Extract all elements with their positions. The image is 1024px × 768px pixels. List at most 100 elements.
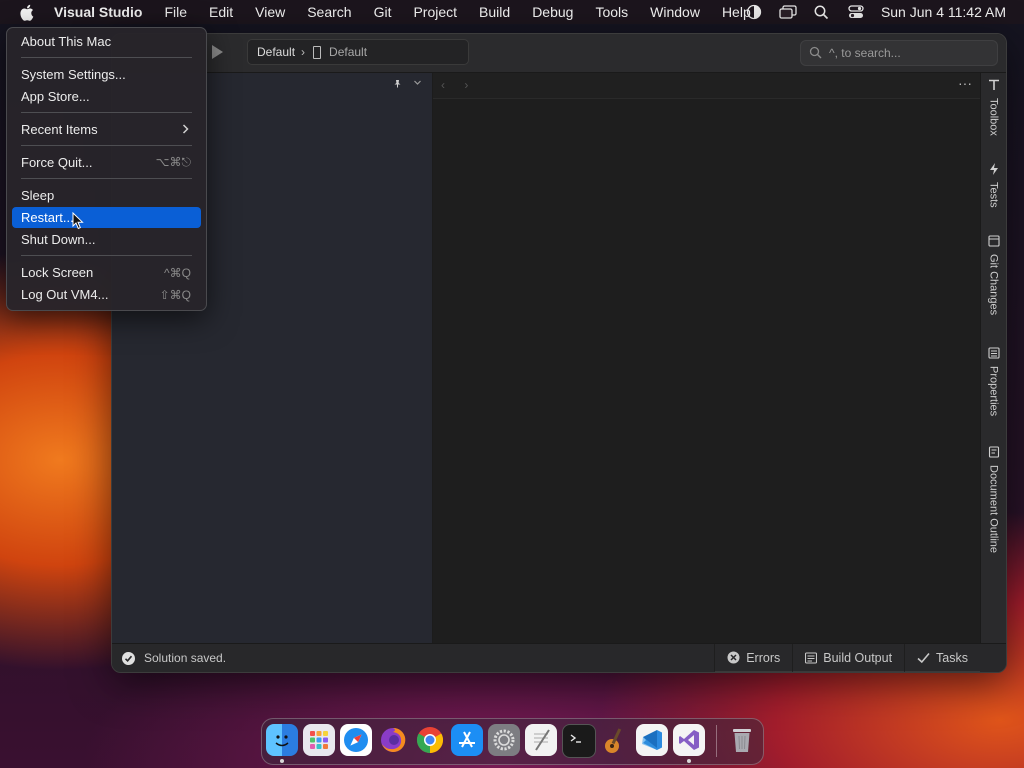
garageband-icon[interactable]	[599, 724, 631, 756]
menu-item-app-store[interactable]: App Store...	[12, 86, 201, 107]
menu-item-system-settings[interactable]: System Settings...	[12, 64, 201, 85]
search-input[interactable]: ^, to search...	[800, 40, 998, 66]
menu-item-label: System Settings...	[21, 67, 126, 82]
finder-icon[interactable]	[266, 724, 298, 756]
spotlight-search-icon[interactable]	[805, 0, 839, 24]
control-center-icon[interactable]	[839, 0, 873, 24]
pad-tests-label: Tests	[987, 182, 1000, 208]
menu-item-label: Force Quit...	[21, 155, 93, 170]
menu-item-force-quit[interactable]: Force Quit... ⌥⌘⎋	[12, 152, 201, 173]
menu-file[interactable]: File	[153, 4, 198, 20]
menu-item-about-this-mac[interactable]: About This Mac	[12, 31, 201, 52]
build-output-icon	[805, 651, 818, 664]
running-indicator	[280, 759, 284, 763]
menu-tools[interactable]: Tools	[584, 4, 639, 20]
configuration-selector[interactable]: Default › Default	[247, 39, 469, 65]
menu-git[interactable]: Git	[363, 4, 403, 20]
pad-git-changes[interactable]: Git Changes	[981, 235, 1006, 315]
pad-toolbox-label: Toolbox	[987, 98, 1000, 136]
menu-app-name[interactable]: Visual Studio	[52, 4, 153, 20]
firefox-icon[interactable]	[377, 724, 409, 756]
search-placeholder: ^, to search...	[829, 46, 901, 60]
pad-tests[interactable]: Tests	[981, 163, 1006, 208]
tasks-check-icon	[917, 652, 930, 664]
pad-properties[interactable]: Properties	[981, 347, 1006, 416]
pad-document-outline-label: Document Outline	[987, 465, 1000, 554]
menu-item-lock-screen[interactable]: Lock Screen ^⌘Q	[12, 262, 201, 283]
error-icon	[727, 651, 740, 664]
build-output-tab[interactable]: Build Output	[792, 644, 905, 672]
menu-item-restart[interactable]: Restart...	[12, 207, 201, 228]
textedit-icon[interactable]	[525, 724, 557, 756]
build-output-tab-label: Build Output	[823, 650, 893, 665]
menu-project[interactable]: Project	[402, 4, 468, 20]
launchpad-icon[interactable]	[303, 724, 335, 756]
menu-item-shut-down[interactable]: Shut Down...	[12, 229, 201, 250]
menu-window[interactable]: Window	[639, 4, 711, 20]
menu-divider	[21, 145, 192, 146]
git-changes-icon	[987, 235, 1000, 250]
menu-item-label: About This Mac	[21, 34, 112, 49]
menu-divider	[21, 112, 192, 113]
editor-more-button[interactable]: ···	[958, 75, 972, 91]
pad-properties-label: Properties	[987, 366, 1000, 417]
vs-toolbar: Default › Default ^, to search...	[112, 34, 1006, 73]
run-icon[interactable]	[212, 45, 223, 59]
menu-build[interactable]: Build	[468, 4, 521, 20]
status-bar: Solution saved. Errors Build Output Task…	[112, 643, 1006, 672]
checkmark-icon	[122, 651, 135, 665]
tasks-tab-label: Tasks	[936, 650, 968, 665]
editor-nav-arrows[interactable]: ‹ ›	[441, 78, 476, 92]
config-separator: ›	[301, 45, 306, 59]
apple-menu-dropdown: About This Mac System Settings... App St…	[6, 27, 207, 311]
pad-toolbox[interactable]: Toolbox	[981, 79, 1006, 136]
system-settings-icon[interactable]	[488, 724, 520, 756]
terminal-icon[interactable]	[562, 724, 596, 758]
apple-logo-icon[interactable]	[17, 3, 35, 21]
search-icon	[809, 46, 823, 60]
menu-item-label: Log Out VM4...	[21, 287, 109, 302]
editor-area: ‹ › ···	[433, 73, 980, 643]
menu-clock[interactable]: Sun Jun 4 11:42 AM	[873, 4, 1024, 20]
activity-icon[interactable]	[737, 0, 771, 24]
device-icon	[313, 45, 322, 59]
menu-item-log-out[interactable]: Log Out VM4... ⇧⌘Q	[12, 284, 201, 305]
menu-item-label: Recent Items	[21, 122, 98, 137]
menu-item-shortcut: ^⌘Q	[164, 265, 191, 280]
menu-divider	[21, 57, 192, 58]
pad-document-outline[interactable]: Document Outline	[981, 446, 1006, 553]
menu-item-label: Sleep	[21, 188, 55, 203]
menu-divider	[21, 178, 192, 179]
errors-tab-label: Errors	[746, 650, 781, 665]
chevron-right-icon	[182, 123, 189, 137]
status-text: Solution saved.	[144, 651, 227, 665]
menu-item-sleep[interactable]: Sleep	[12, 185, 201, 206]
menu-item-recent-items[interactable]: Recent Items	[12, 119, 201, 140]
menu-edit[interactable]: Edit	[198, 4, 244, 20]
safari-icon[interactable]	[340, 724, 372, 756]
dock-separator	[716, 725, 717, 757]
menu-item-shortcut: ⇧⌘Q	[159, 287, 191, 302]
menu-bar: Visual Studio File Edit View Search Git …	[0, 0, 1024, 24]
visual-studio-icon[interactable]	[673, 724, 705, 756]
vscode-icon[interactable]	[636, 724, 668, 756]
tests-icon	[989, 163, 999, 178]
menu-search[interactable]: Search	[296, 4, 362, 20]
menu-debug[interactable]: Debug	[521, 4, 584, 20]
trash-icon[interactable]	[726, 724, 758, 756]
dock	[261, 718, 764, 765]
pad-git-changes-label: Git Changes	[987, 254, 1000, 316]
config-label: Default	[257, 45, 296, 59]
chrome-icon[interactable]	[414, 724, 446, 756]
chevron-down-icon[interactable]	[413, 78, 422, 90]
menu-divider	[21, 255, 192, 256]
menu-view[interactable]: View	[244, 4, 296, 20]
pin-icon[interactable]	[393, 79, 402, 91]
errors-tab[interactable]: Errors	[714, 644, 793, 672]
editor-tab-strip: ‹ › ···	[433, 73, 980, 99]
screen-mirroring-icon[interactable]	[771, 0, 805, 24]
tasks-tab[interactable]: Tasks	[904, 644, 980, 672]
status-message: Solution saved.	[122, 651, 226, 665]
app-store-icon[interactable]	[451, 724, 483, 756]
properties-icon	[987, 347, 1000, 362]
